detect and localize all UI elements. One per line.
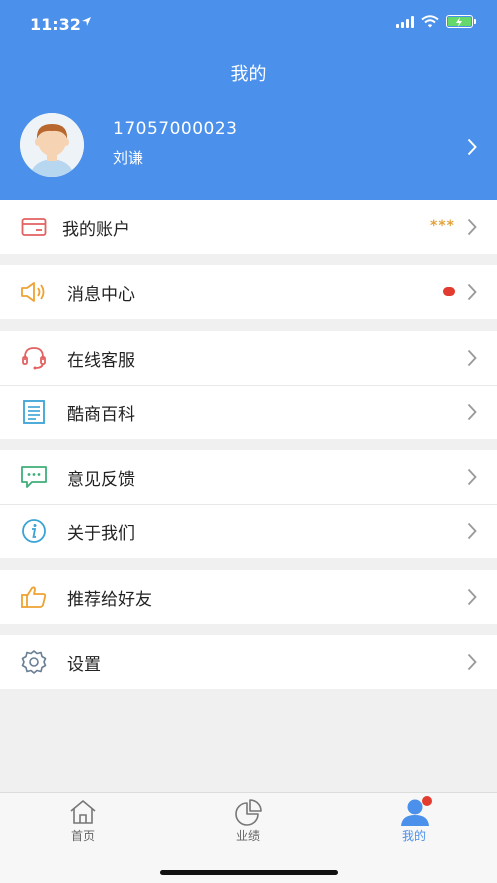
thumbs-up-icon xyxy=(21,586,47,608)
header: 11:32 我的 17057000023 刘谦 xyxy=(0,0,497,200)
notification-badge xyxy=(422,796,432,806)
menu-label: 消息中心 xyxy=(67,284,135,305)
avatar xyxy=(20,113,84,177)
document-icon xyxy=(23,400,45,424)
speaker-icon xyxy=(21,282,45,302)
chevron-right-icon xyxy=(467,403,477,421)
menu-label: 在线客服 xyxy=(67,350,135,371)
user-name: 刘谦 xyxy=(113,149,144,167)
home-icon xyxy=(70,800,96,824)
tab-bar: 首页 业绩 我的 xyxy=(0,792,497,846)
account-balance-masked: *** xyxy=(430,218,455,234)
chevron-right-icon xyxy=(467,522,477,540)
menu-item-messages[interactable]: 消息中心 xyxy=(0,265,497,319)
location-arrow-icon xyxy=(82,17,91,26)
menu-item-recommend[interactable]: 推荐给好友 xyxy=(0,570,497,624)
chevron-right-icon xyxy=(467,588,477,606)
cellular-signal-icon xyxy=(396,15,414,28)
menu-group-recommend: 推荐给好友 xyxy=(0,570,497,624)
phone-number: 17057000023 xyxy=(113,119,238,139)
unread-badge xyxy=(443,287,455,296)
card-icon xyxy=(21,218,47,236)
menu-group-settings: 设置 xyxy=(0,635,497,689)
chevron-right-icon xyxy=(467,218,477,236)
status-bar: 11:32 xyxy=(0,0,497,48)
tab-label: 我的 xyxy=(401,829,426,843)
menu-item-service[interactable]: 在线客服 xyxy=(0,331,497,385)
menu-group-account: 我的账户 *** xyxy=(0,200,497,254)
chevron-right-icon xyxy=(467,653,477,671)
tab-mine[interactable]: 我的 xyxy=(354,793,474,847)
menu-item-feedback[interactable]: 意见反馈 xyxy=(0,450,497,504)
tab-label: 首页 xyxy=(70,829,95,843)
tab-performance[interactable]: 业绩 xyxy=(188,793,308,847)
chevron-right-icon xyxy=(467,349,477,367)
menu-item-about[interactable]: 关于我们 xyxy=(0,504,497,558)
status-time: 11:32 xyxy=(30,15,81,34)
wifi-icon xyxy=(421,15,439,28)
page-title: 我的 xyxy=(230,64,267,85)
menu-label: 推荐给好友 xyxy=(67,589,152,610)
info-icon xyxy=(22,519,46,543)
menu-label: 意见反馈 xyxy=(67,469,135,490)
tab-home[interactable]: 首页 xyxy=(23,793,143,847)
chevron-right-icon xyxy=(467,468,477,486)
menu-label: 设置 xyxy=(67,654,101,675)
headset-icon xyxy=(22,347,46,370)
menu-item-account[interactable]: 我的账户 *** xyxy=(0,200,497,254)
profile-card[interactable]: 17057000023 刘谦 xyxy=(0,108,497,188)
gear-icon xyxy=(21,650,47,674)
menu-group-info: 意见反馈 关于我们 xyxy=(0,450,497,558)
pie-chart-icon xyxy=(235,799,262,826)
tab-label: 业绩 xyxy=(235,829,260,843)
home-indicator[interactable] xyxy=(160,870,338,875)
menu-item-wiki[interactable]: 酷商百科 xyxy=(0,385,497,439)
menu-label: 我的账户 xyxy=(62,219,130,240)
menu-label: 关于我们 xyxy=(67,523,135,544)
chat-bubble-icon xyxy=(21,466,47,488)
battery-icon xyxy=(446,15,476,28)
chevron-right-icon xyxy=(467,283,477,301)
menu-group-messages: 消息中心 xyxy=(0,265,497,319)
menu-group-support: 在线客服 酷商百科 xyxy=(0,331,497,439)
home-indicator-area xyxy=(0,846,497,883)
chevron-right-icon xyxy=(467,138,477,156)
menu-label: 酷商百科 xyxy=(67,404,135,425)
menu-item-settings[interactable]: 设置 xyxy=(0,635,497,689)
